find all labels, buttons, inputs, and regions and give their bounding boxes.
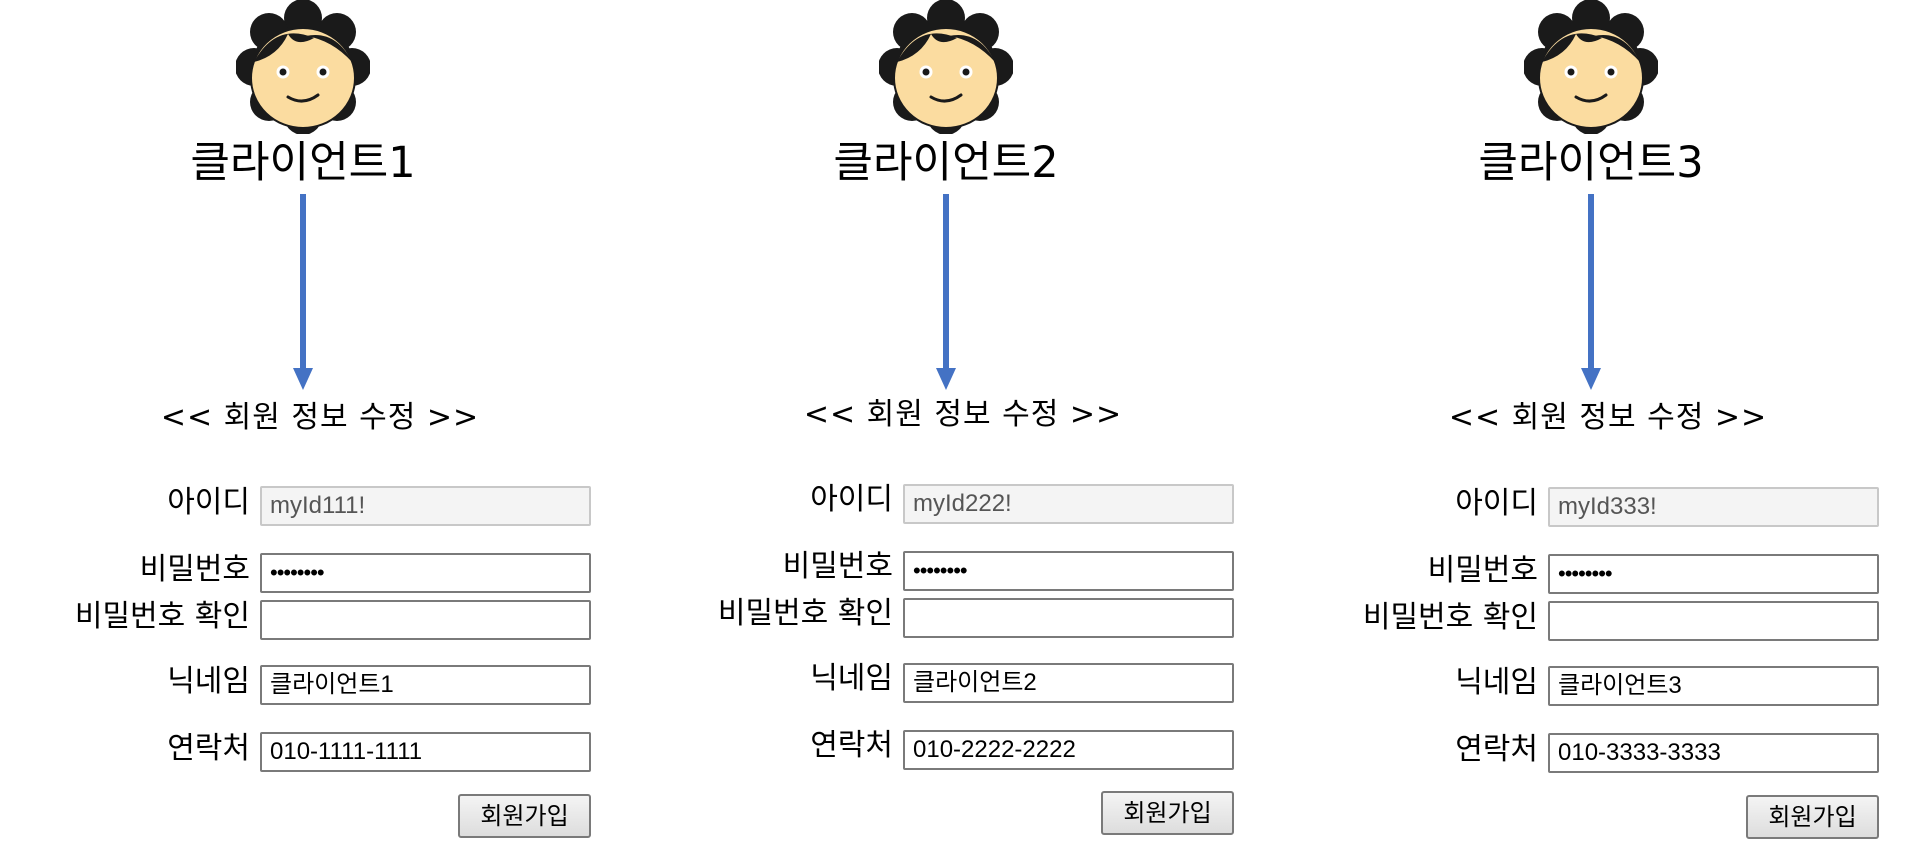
password-field[interactable]: •••••••• bbox=[260, 553, 591, 593]
client-label: 클라이언트3 bbox=[1478, 138, 1704, 188]
password-field[interactable]: •••••••• bbox=[903, 551, 1234, 591]
password-label: 비밀번호 bbox=[782, 549, 893, 584]
password-field[interactable]: •••••••• bbox=[1548, 554, 1879, 594]
client-panel-2: 클라이언트2 << 회원 정보 수정 >> 아이디 myId222! 비밀번호 … bbox=[643, 0, 1263, 865]
id-field[interactable]: myId333! bbox=[1548, 487, 1879, 527]
client-panel-1: 클라이언트1 << 회원 정보 수정 >> 아이디 myId111! 비밀번호 … bbox=[0, 0, 620, 865]
nickname-field[interactable]: 클라이언트2 bbox=[903, 663, 1234, 703]
password-confirm-label: 비밀번호 확인 bbox=[74, 599, 250, 634]
signup-button[interactable]: 회원가입 bbox=[1746, 795, 1879, 839]
password-confirm-label: 비밀번호 확인 bbox=[1362, 600, 1538, 635]
password-label: 비밀번호 bbox=[139, 552, 250, 587]
arrow-down-icon bbox=[936, 194, 956, 390]
phone-label: 연락처 bbox=[810, 728, 893, 763]
phone-label: 연락처 bbox=[1455, 732, 1538, 767]
phone-label: 연락처 bbox=[167, 731, 250, 766]
id-label: 아이디 bbox=[1455, 486, 1538, 521]
phone-field[interactable]: 010-1111-1111 bbox=[260, 732, 591, 772]
password-confirm-field[interactable] bbox=[260, 600, 591, 640]
nickname-field[interactable]: 클라이언트3 bbox=[1548, 666, 1879, 706]
signup-button[interactable]: 회원가입 bbox=[1101, 791, 1234, 835]
id-field[interactable]: myId111! bbox=[260, 486, 591, 526]
password-confirm-field[interactable] bbox=[1548, 601, 1879, 641]
id-label: 아이디 bbox=[167, 485, 250, 520]
client-label: 클라이언트1 bbox=[190, 138, 416, 188]
phone-field[interactable]: 010-3333-3333 bbox=[1548, 733, 1879, 773]
person-avatar-icon bbox=[1524, 0, 1658, 134]
nickname-label: 닉네임 bbox=[167, 664, 250, 699]
nickname-label: 닉네임 bbox=[810, 661, 893, 696]
form-title: << 회원 정보 수정 >> bbox=[803, 397, 1123, 432]
nickname-label: 닉네임 bbox=[1455, 665, 1538, 700]
client-label: 클라이언트2 bbox=[833, 138, 1059, 188]
person-avatar-icon bbox=[879, 0, 1013, 134]
client-panel-3: 클라이언트3 << 회원 정보 수정 >> 아이디 myId333! 비밀번호 … bbox=[1288, 0, 1908, 865]
arrow-down-icon bbox=[1581, 194, 1601, 390]
password-confirm-label: 비밀번호 확인 bbox=[717, 596, 893, 631]
arrow-down-icon bbox=[293, 194, 313, 390]
id-label: 아이디 bbox=[810, 482, 893, 517]
form-title: << 회원 정보 수정 >> bbox=[160, 400, 480, 435]
id-field[interactable]: myId222! bbox=[903, 484, 1234, 524]
password-confirm-field[interactable] bbox=[903, 598, 1234, 638]
password-label: 비밀번호 bbox=[1427, 553, 1538, 588]
signup-button[interactable]: 회원가입 bbox=[458, 794, 591, 838]
form-title: << 회원 정보 수정 >> bbox=[1448, 400, 1768, 435]
person-avatar-icon bbox=[236, 0, 370, 134]
nickname-field[interactable]: 클라이언트1 bbox=[260, 665, 591, 705]
phone-field[interactable]: 010-2222-2222 bbox=[903, 730, 1234, 770]
